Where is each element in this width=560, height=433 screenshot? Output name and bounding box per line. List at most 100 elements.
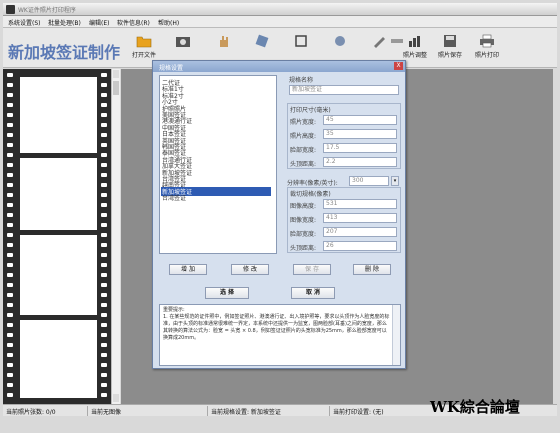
film-sprocket-hole: [101, 323, 107, 327]
thumbnail-frame[interactable]: [20, 77, 97, 153]
app-title: 新加坡签证制作: [8, 43, 121, 62]
tip-text: 重要提示: 1. 在某些规范的证件照中，例如签证照片、港澳通行证、出入境护照等，…: [163, 307, 391, 342]
photo-width-input[interactable]: 45: [323, 115, 397, 125]
resolution-label: 分辨率(像素/英寸):: [287, 180, 338, 187]
tip-textarea[interactable]: 重要提示: 1. 在某些规范的证件照中，例如签证照片、港澳通行证、出入境护照等，…: [159, 304, 401, 366]
photo-width-label: 照片宽度:: [290, 119, 317, 126]
menu-bar: 系统设置(S) 批量处理(B) 编辑(E) 软件信息(R) 帮助(H): [3, 16, 557, 28]
thumbnail-frame[interactable]: [20, 320, 97, 398]
print-size-label: 打印尺寸(毫米): [290, 107, 331, 114]
film-sprocket-hole: [101, 213, 107, 217]
film-sprocket-hole: [101, 153, 107, 157]
top-px-input[interactable]: 26: [323, 241, 397, 251]
face-width-label: 脸部宽度:: [290, 147, 317, 154]
menu-edit[interactable]: 编辑(E): [89, 18, 109, 27]
film-sprocket-hole: [7, 153, 13, 157]
status-spec: 当前规格设置: 新加坡签证: [211, 409, 281, 416]
close-icon[interactable]: X: [394, 62, 403, 70]
face-px-input[interactable]: 207: [323, 227, 397, 237]
film-sprocket-hole: [7, 203, 13, 207]
tip-scrollbar[interactable]: [392, 305, 400, 365]
filmstrip-scrollbar[interactable]: [111, 69, 120, 404]
menu-system-settings[interactable]: 系统设置(S): [8, 18, 41, 27]
cancel-button[interactable]: 取 消: [291, 287, 335, 299]
menu-software-info[interactable]: 软件信息(R): [117, 18, 150, 27]
spec-settings-dialog: 规格设置 X 二代证 标准1寸 标准2寸 小2寸 护照照片 美国签证 港澳通行证 中国签证 日本…: [152, 60, 406, 369]
film-sprocket-hole: [7, 133, 13, 137]
film-sprocket-hole: [101, 103, 107, 107]
film-sprocket-hole: [7, 163, 13, 167]
save-button[interactable]: 保 存: [293, 264, 331, 275]
film-sprocket-hole: [7, 213, 13, 217]
film-sprocket-hole: [101, 313, 107, 317]
scroll-thumb[interactable]: [113, 81, 119, 95]
dialog-title: 规格设置: [159, 65, 184, 72]
film-sprocket-hole: [7, 193, 13, 197]
menu-batch[interactable]: 批量处理(B): [48, 18, 81, 27]
film-sprocket-hole: [101, 73, 107, 77]
thumbnail-frame[interactable]: [20, 235, 97, 315]
status-photo-count: 当前照片张数: 0/0: [6, 409, 56, 416]
film-sprocket-hole: [101, 293, 107, 297]
film-sprocket-hole: [101, 223, 107, 227]
save-icon: [444, 35, 456, 47]
menu-help[interactable]: 帮助(H): [158, 18, 179, 27]
film-sprocket-hole: [101, 273, 107, 277]
film-sprocket-hole: [101, 133, 107, 137]
film-sprocket-hole: [101, 363, 107, 367]
film-sprocket-hole: [101, 183, 107, 187]
status-current-image: 当前无图像: [91, 409, 122, 416]
film-sprocket-hole: [7, 393, 13, 397]
hand-icon: [220, 36, 228, 47]
film-sprocket-hole: [7, 383, 13, 387]
resolution-input[interactable]: 300: [349, 176, 389, 186]
face-px-label: 脸部宽度:: [290, 231, 317, 238]
photo-height-label: 照片高度:: [290, 133, 317, 140]
film-sprocket-hole: [7, 363, 13, 367]
modify-button[interactable]: 修 改: [231, 264, 269, 275]
delete-button[interactable]: 删 除: [353, 264, 391, 275]
film-sprocket-hole: [101, 343, 107, 347]
top-distance-input[interactable]: 2.2: [323, 157, 397, 167]
film-sprocket-hole: [7, 183, 13, 187]
thumbnail-frame[interactable]: [20, 158, 97, 230]
chart-icon: [409, 36, 420, 47]
film-sprocket-hole: [7, 263, 13, 267]
camera-icon: [176, 37, 190, 47]
film-sprocket-hole: [101, 193, 107, 197]
app-window: WK证件照片打印程序 系统设置(S) 批量处理(B) 编辑(E) 软件信息(R)…: [0, 0, 560, 433]
film-sprocket-hole: [101, 93, 107, 97]
photo-height-input[interactable]: 35: [323, 129, 397, 139]
thumbnail-filmstrip[interactable]: [3, 69, 111, 404]
film-sprocket-hole: [7, 73, 13, 77]
print-icon: [480, 34, 494, 48]
film-sprocket-hole: [7, 333, 13, 337]
face-width-input[interactable]: 17.5: [323, 143, 397, 153]
top-px-label: 头顶距离:: [290, 245, 317, 252]
scroll-up-arrow[interactable]: [113, 70, 119, 78]
add-button[interactable]: 增 加: [169, 264, 207, 275]
film-sprocket-hole: [101, 263, 107, 267]
photo-print-button[interactable]: 照片打印: [473, 34, 501, 64]
film-sprocket-hole: [7, 243, 13, 247]
resolution-dropdown-icon[interactable]: ▾: [391, 176, 399, 186]
film-sprocket-hole: [7, 283, 13, 287]
film-sprocket-hole: [101, 233, 107, 237]
spec-name-input[interactable]: 新加坡签证: [289, 85, 399, 95]
scroll-down-arrow[interactable]: [113, 394, 119, 402]
spec-list-item[interactable]: 台湾签证: [162, 193, 186, 202]
select-button[interactable]: 选 择: [205, 287, 249, 299]
img-width-input[interactable]: 413: [323, 213, 397, 223]
film-sprocket-hole: [7, 303, 13, 307]
film-sprocket-hole: [101, 303, 107, 307]
img-height-input[interactable]: 531: [323, 199, 397, 209]
film-sprocket-hole: [101, 173, 107, 177]
film-sprocket-hole: [7, 113, 13, 117]
film-sprocket-hole: [7, 353, 13, 357]
film-sprocket-hole: [7, 93, 13, 97]
film-sprocket-hole: [7, 313, 13, 317]
film-sprocket-hole: [7, 123, 13, 127]
photo-save-button[interactable]: 照片保存: [436, 34, 464, 64]
spec-list[interactable]: 二代证 标准1寸 标准2寸 小2寸 护照照片 美国签证 港澳通行证 中国签证 日本签证 英国签证韩…: [159, 75, 277, 254]
film-sprocket-hole: [101, 203, 107, 207]
